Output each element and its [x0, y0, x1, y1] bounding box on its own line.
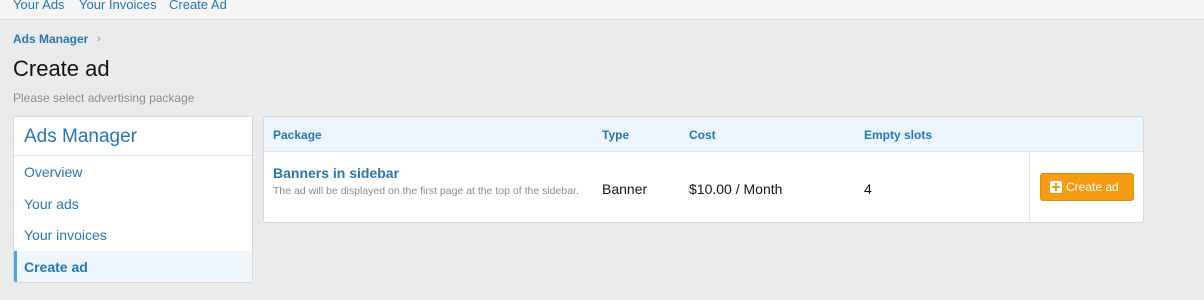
package-description: The ad will be displayed on the first pa… — [273, 185, 579, 197]
package-type: Banner — [602, 181, 648, 197]
table-header: Package Type Cost Empty slots — [264, 117, 1143, 152]
top-navigation: Your Ads Your Invoices Create Ad — [0, 0, 1204, 20]
packages-table: Package Type Cost Empty slots Banners in… — [263, 116, 1144, 223]
package-cost: $10.00 / Month — [689, 181, 783, 197]
sidebar-item-your-ads[interactable]: Your ads — [14, 188, 252, 220]
breadcrumb-ads-manager[interactable]: Ads Manager — [13, 32, 88, 46]
action-cell: Create ad — [1029, 152, 1143, 222]
sidebar: Ads Manager Overview Your ads Your invoi… — [13, 116, 253, 283]
column-header-package: Package — [273, 128, 322, 142]
breadcrumb-chevron-icon: › — [97, 33, 101, 45]
topnav-your-ads-link[interactable]: Your Ads — [13, 0, 65, 14]
package-title-link[interactable]: Banners in sidebar — [273, 165, 399, 181]
create-ad-button[interactable]: Create ad — [1040, 173, 1134, 201]
plus-square-icon — [1050, 181, 1062, 193]
sidebar-title: Ads Manager — [14, 117, 252, 156]
page-title: Create ad — [13, 56, 110, 81]
package-empty-slots: 4 — [864, 181, 872, 197]
sidebar-item-your-invoices[interactable]: Your invoices — [14, 219, 252, 251]
topnav-your-invoices-link[interactable]: Your Invoices — [79, 0, 157, 14]
column-header-empty-slots: Empty slots — [864, 128, 933, 142]
column-header-cost: Cost — [689, 128, 716, 142]
page-description: Please select advertising package — [13, 91, 195, 105]
sidebar-item-overview[interactable]: Overview — [14, 156, 252, 188]
column-header-type: Type — [602, 128, 630, 142]
sidebar-item-create-ad[interactable]: Create ad — [14, 250, 252, 282]
create-ad-button-label: Create ad — [1066, 180, 1119, 194]
topnav-create-ad-link[interactable]: Create Ad — [169, 0, 227, 14]
